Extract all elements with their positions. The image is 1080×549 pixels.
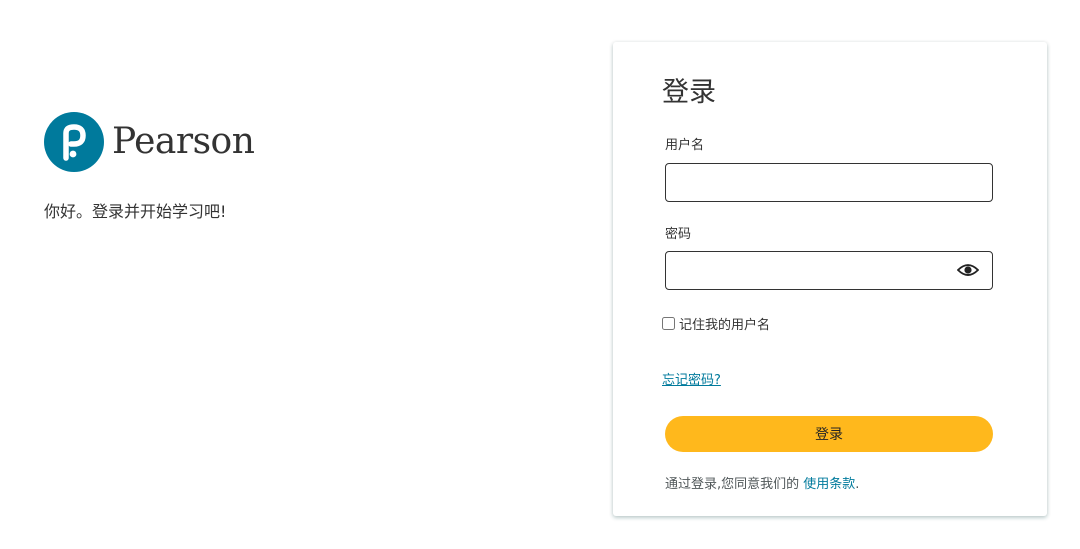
remember-label: 记住我的用户名 bbox=[679, 318, 771, 333]
remember-checkbox[interactable] bbox=[662, 317, 675, 330]
terms-notice: 通过登录,您同意我们的 使用条款. bbox=[665, 473, 859, 492]
username-label: 用户名 bbox=[665, 138, 705, 153]
password-label: 密码 bbox=[665, 227, 692, 242]
remember-username[interactable]: 记住我的用户名 bbox=[662, 314, 770, 333]
terms-prefix: 通过登录,您同意我们的 bbox=[665, 477, 800, 492]
password-input[interactable] bbox=[665, 251, 993, 290]
brand-name: Pearson bbox=[112, 121, 255, 162]
forgot-password-link[interactable]: 忘记密码? bbox=[662, 369, 721, 388]
terms-suffix: . bbox=[855, 477, 860, 492]
login-card: 登录 用户名 密码 记住我的用户名 忘记密码? 登录 通过登录,您同意我们的 使… bbox=[613, 42, 1047, 516]
pearson-logo: Pearson bbox=[44, 112, 255, 172]
welcome-tagline: 你好。登录并开始学习吧! bbox=[44, 202, 227, 221]
login-title: 登录 bbox=[662, 77, 716, 108]
terms-of-use-link[interactable]: 使用条款 bbox=[803, 477, 855, 492]
brand-block: Pearson bbox=[44, 112, 255, 172]
username-input[interactable] bbox=[665, 163, 993, 202]
login-button[interactable]: 登录 bbox=[665, 416, 993, 452]
eye-icon[interactable] bbox=[956, 260, 980, 280]
pearson-p-icon bbox=[44, 112, 104, 172]
